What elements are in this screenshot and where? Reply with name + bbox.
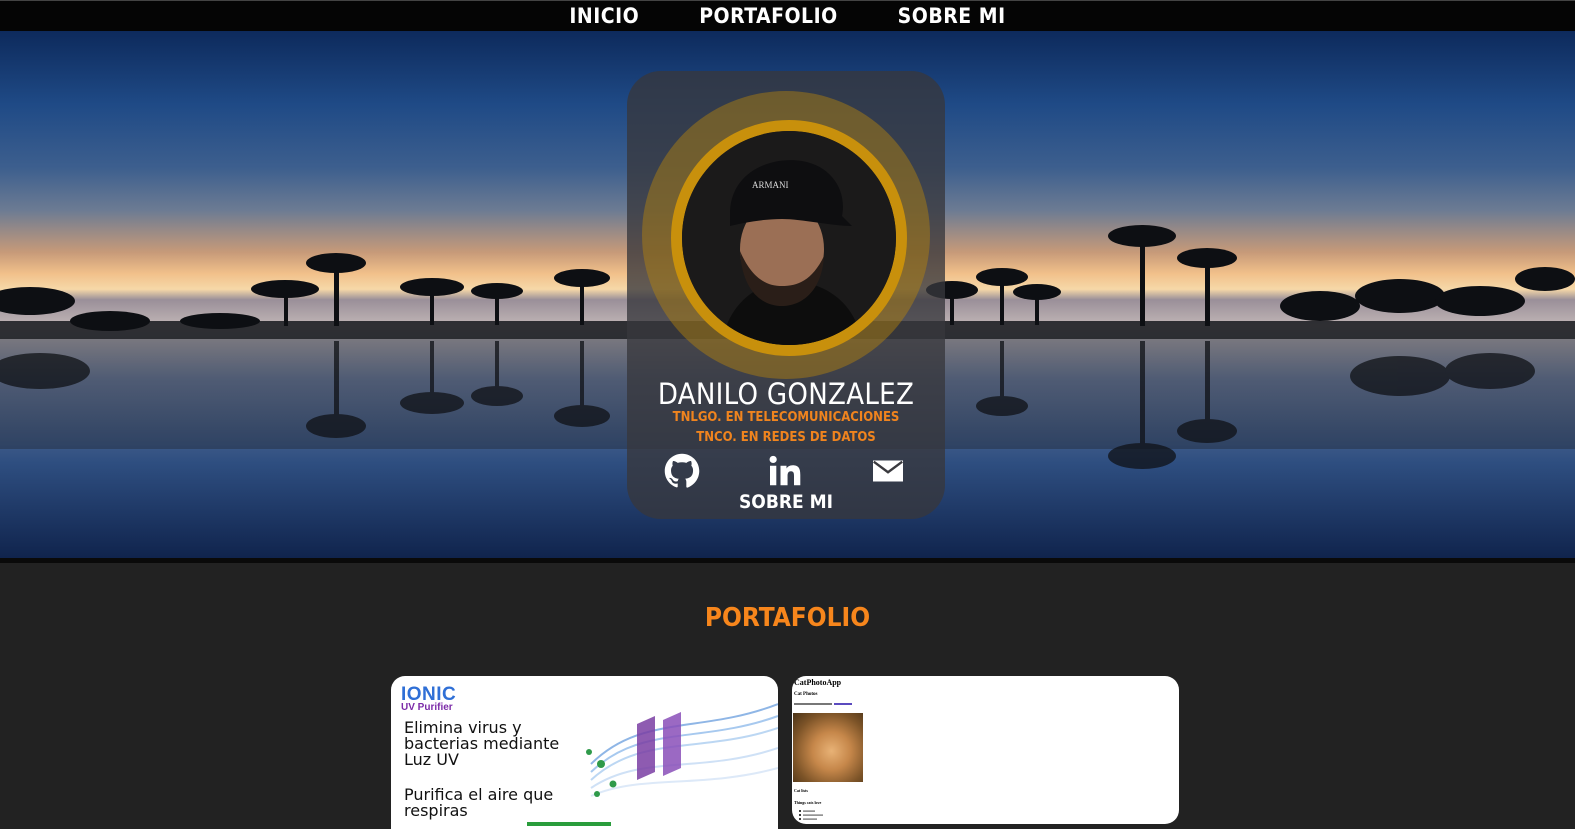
linkedin-icon[interactable] (767, 453, 803, 489)
avatar: ARMANI (671, 120, 907, 356)
avatar-photo: ARMANI (682, 131, 896, 345)
ionic-headline: Elimina virus y bacterias mediante Luz U… (404, 718, 560, 769)
ionic-tagline: UV Purifier (401, 702, 453, 713)
email-icon[interactable] (870, 453, 906, 489)
cat-photo (793, 713, 863, 782)
portfolio-heading: PORTAFOLIO (704, 603, 871, 633)
nav-inicio[interactable]: INICIO (569, 4, 639, 28)
ionic-logo: IONIC UV Purifier (401, 684, 456, 713)
svg-text:ARMANI: ARMANI (752, 180, 789, 190)
profile-title-1: TNLGO. EN TELECOMUNICACIONES (672, 410, 900, 425)
cat-app-subtitle: Cat Photos (794, 692, 818, 697)
github-icon[interactable] (664, 453, 700, 489)
profile-name: DANILO GONZALEZ (657, 377, 915, 411)
profile-card: ARMANI DANILO GONZALEZ TNLGO. EN TELECOM… (627, 71, 945, 519)
cat-love-heading: Things cats love (794, 800, 822, 805)
nav-sobre-mi[interactable]: SOBRE MI (898, 4, 1006, 28)
top-navbar: INICIO PORTAFOLIO SOBRE MI (0, 0, 1575, 31)
cat-app-text-line (794, 703, 854, 707)
ionic-green-button (527, 822, 611, 826)
nav-portafolio[interactable]: PORTAFOLIO (699, 4, 837, 28)
ionic-subheadline: Purifica el aire que respiras (404, 785, 554, 820)
project-card-ionic[interactable]: IONIC UV Purifier Elimina virus y bacter… (391, 676, 778, 829)
air-purifier-illustration (586, 703, 778, 797)
cat-lists-heading: Cat lists (794, 788, 808, 793)
cat-list-items (799, 810, 823, 820)
about-me-link[interactable]: SOBRE MI (627, 491, 945, 513)
cat-app-title: CatPhotoApp (794, 678, 842, 687)
project-card-catphotoapp[interactable]: CatPhotoApp Cat Photos Cat lists Things … (792, 676, 1179, 824)
hero-divider (0, 558, 1575, 563)
profile-title-2: TNCO. EN REDES DE DATOS (696, 430, 876, 445)
